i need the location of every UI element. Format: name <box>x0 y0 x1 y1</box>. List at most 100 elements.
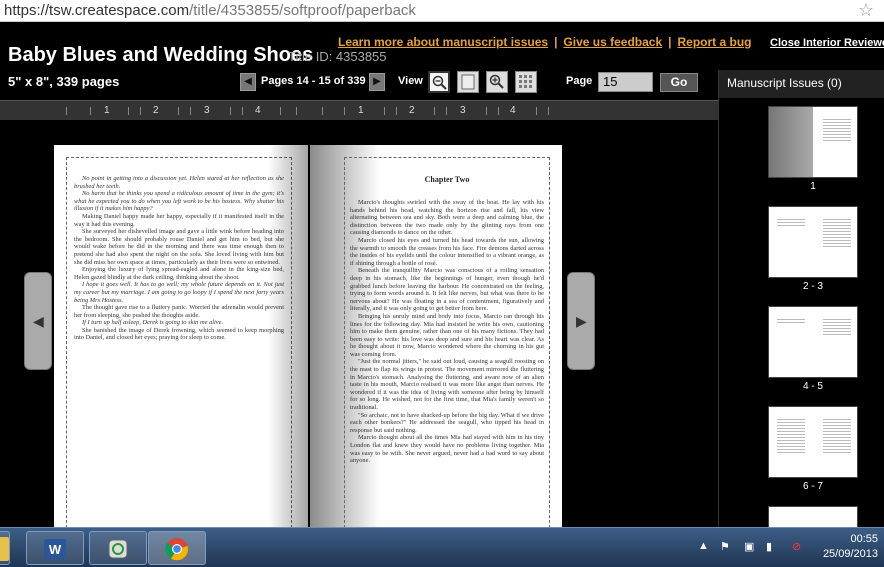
ruler-tick <box>434 107 435 115</box>
paragraph: Marcio thought about all the times Mia h… <box>350 434 544 465</box>
thumb-page <box>817 411 857 475</box>
ruler-tick <box>128 107 129 115</box>
system-clock[interactable]: 00:55 25/09/2013 <box>823 532 878 562</box>
learn-more-link[interactable]: Learn more about manuscript issues <box>338 35 548 49</box>
zoom-in-button[interactable] <box>486 71 508 93</box>
manuscript-panel: Manuscript Issues (0) 1 2 - 3 4 - 5 6 - … <box>718 70 884 527</box>
close-reviewer-link[interactable]: Close Interior Reviewer <box>770 37 884 49</box>
thumb-page <box>817 311 857 375</box>
paragraph: No point in getting into a discussion ye… <box>74 175 284 190</box>
link-separator: | <box>554 35 558 49</box>
book-title: Baby Blues and Wedding Shoes <box>8 44 314 66</box>
page-thumbnail[interactable] <box>768 406 858 478</box>
title-id: Title ID: 4353855 <box>288 49 387 64</box>
grid-view-button[interactable] <box>515 71 537 93</box>
paragraph: No harm that he thinks you spend a ridic… <box>74 190 284 213</box>
thumbnail-label: 6 - 7 <box>802 481 823 492</box>
tray-expand-icon[interactable]: ▲ <box>698 540 709 552</box>
page-thumbnail[interactable] <box>768 506 858 527</box>
feedback-link[interactable]: Give us feedback <box>563 35 662 49</box>
url-host: https://tsw.createspace.com <box>4 2 190 19</box>
page-viewer: No point in getting into a discussion ye… <box>0 121 718 537</box>
page-thumbnail[interactable] <box>768 106 858 178</box>
taskbar-item-folder[interactable] <box>0 531 10 565</box>
report-bug-link[interactable]: Report a bug <box>678 35 752 49</box>
ruler-mark: 4 <box>255 105 261 116</box>
zoom-out-button[interactable] <box>428 71 450 93</box>
ruler-mark: 1 <box>104 105 110 116</box>
paragraph: Bringing his unruly mind and body into f… <box>350 312 544 358</box>
paragraph: Making Daniel happy made her happy, espe… <box>74 212 284 228</box>
thumb-page <box>771 311 811 375</box>
taskbar-item-chrome[interactable] <box>148 531 206 565</box>
paragraph: She surveyed her dishevelled image and g… <box>74 228 284 266</box>
left-page: No point in getting into a discussion ye… <box>54 145 308 537</box>
ruler-mark: 1 <box>358 105 364 116</box>
chapter-heading: Chapter Two <box>424 175 470 184</box>
thumb-lines <box>823 219 851 249</box>
address-bar[interactable]: https://tsw.createspace.com/title/435385… <box>0 0 884 22</box>
flag-icon[interactable]: ⚑ <box>720 540 730 553</box>
signal-icon[interactable]: ▮ <box>766 540 772 553</box>
ruler-tick <box>280 107 281 115</box>
svg-text:W: W <box>49 542 62 557</box>
thumb-page <box>817 111 857 175</box>
page-number-input[interactable]: 15 <box>598 72 653 92</box>
ruler-tick <box>66 107 67 115</box>
thumb-page <box>817 211 857 275</box>
ruler-tick <box>90 107 91 115</box>
thumb-page <box>771 411 811 475</box>
network-icon[interactable]: ▣ <box>744 540 754 553</box>
trim-size-info: 5" x 8", 339 pages <box>8 74 120 89</box>
thumb-lines <box>777 219 805 228</box>
left-page-text: No point in getting into a discussion ye… <box>74 175 284 435</box>
thumb-page <box>771 211 811 275</box>
right-page-text: Marcio's thoughts swirled with the sway … <box>350 199 544 519</box>
next-spread-button[interactable]: ▶ <box>567 272 595 370</box>
single-page-button[interactable] <box>457 71 479 93</box>
viewer-toolbar: 5" x 8", 339 pages ◀ Pages 14 - 15 of 33… <box>0 70 718 96</box>
taskbar-item-app[interactable] <box>89 531 147 565</box>
prev-spread-button[interactable]: ◀ <box>24 272 52 370</box>
paragraph: I hope it goes well. It has to go well; … <box>74 281 284 304</box>
paragraph: If I turn up half asleep, Derek is going… <box>82 319 224 327</box>
go-button[interactable]: Go <box>660 73 698 92</box>
ruler-tick <box>344 107 345 115</box>
ruler-tick <box>178 107 179 115</box>
thumb-lines <box>777 319 805 325</box>
page-thumbnail[interactable] <box>768 206 858 278</box>
ruler-tick <box>446 107 447 115</box>
zoom-in-icon <box>489 74 504 89</box>
ruler-tick <box>384 107 385 115</box>
paragraph: She banished the image of Derek frowning… <box>74 326 284 342</box>
paragraph: Marcio's thoughts swirled with the sway … <box>350 199 544 237</box>
ruler-tick <box>242 107 243 115</box>
ruler-mark: 3 <box>460 105 466 116</box>
ruler-tick <box>296 107 297 115</box>
thumb-lines <box>823 119 851 143</box>
taskbar-item-word[interactable]: W <box>26 531 84 565</box>
ruler-tick <box>396 107 397 115</box>
ruler-tick <box>322 107 323 115</box>
url-text[interactable]: https://tsw.createspace.com/title/435385… <box>4 2 416 19</box>
paragraph: Enjoying the luxury of lying spread-eagl… <box>74 266 284 281</box>
chrome-icon <box>165 538 189 561</box>
app-icon <box>108 539 128 559</box>
thumbnail-label: 4 - 5 <box>802 381 823 392</box>
volume-muted-icon[interactable]: ⊘ <box>792 540 801 553</box>
thumb-lines <box>777 419 805 455</box>
prev-page-button[interactable]: ◀ <box>240 73 256 91</box>
taskbar: W ▲ ⚑ ▣ ▮ ⊘ 00:55 25/09/2013 <box>0 527 884 567</box>
right-page: Chapter Two Marcio's thoughts swirled wi… <box>310 145 562 537</box>
ruler-mark: 3 <box>204 105 210 116</box>
link-separator: | <box>668 35 672 49</box>
next-page-button[interactable]: ▶ <box>369 73 385 91</box>
clock-date: 25/09/2013 <box>822 548 878 560</box>
page-thumbnail[interactable] <box>768 306 858 378</box>
bookmark-star-icon[interactable]: ☆ <box>858 0 874 21</box>
arrow-right-icon: ▶ <box>576 313 587 329</box>
url-path: /title/4353855/softproof/paperback <box>189 2 416 19</box>
ruler-tick <box>536 107 537 115</box>
ruler-tick <box>486 107 487 115</box>
paragraph: "Just the normal jitters," he said out l… <box>350 358 544 412</box>
